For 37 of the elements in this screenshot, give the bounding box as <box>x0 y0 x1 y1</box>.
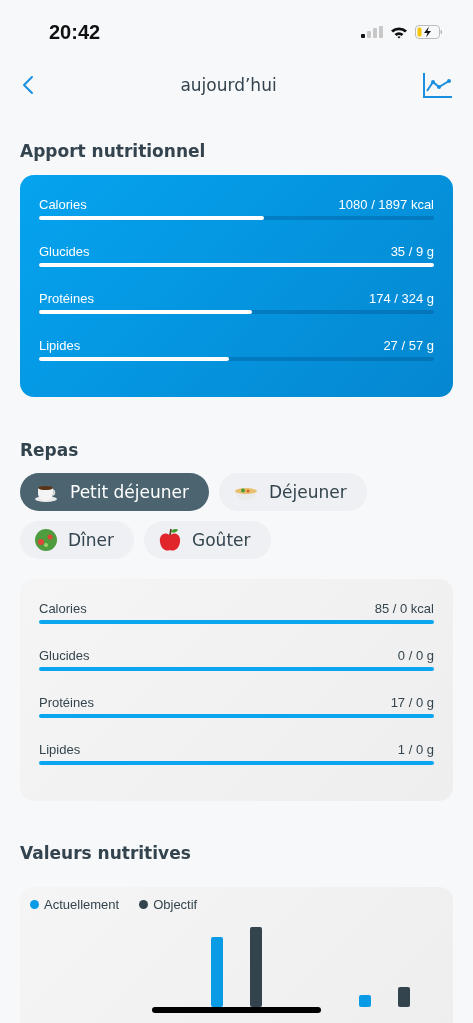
nutrient-label: Lipides <box>39 742 81 757</box>
nutrient-reading: 174 / 324 g <box>368 291 434 306</box>
legend-label: Actuellement <box>44 897 120 912</box>
nutrient-label: Protéines <box>39 291 94 306</box>
nutrient-reading: 17 / 0 g <box>390 695 434 710</box>
nutrient-reading: 35 / 9 g <box>390 244 434 259</box>
meal-tab[interactable]: Petit déjeuner <box>20 473 209 511</box>
legend-label: Objectif <box>153 897 198 912</box>
nutrient-reading: 0 / 0 g <box>397 648 434 663</box>
signal-icon <box>361 26 383 38</box>
section-title: Apport nutritionnel <box>20 141 207 163</box>
nutrient-reading: 27 / 57 g <box>383 338 434 353</box>
status-time: 20:42 <box>49 20 101 44</box>
nutrient-reading: 1080 / 1897 kcal <box>338 197 434 212</box>
chart-bar <box>398 987 410 1007</box>
meal-tab[interactable]: Dîner <box>20 521 135 559</box>
meal-tab[interactable]: Goûter <box>144 521 271 559</box>
nutrient-reading: 1 / 0 g <box>397 742 434 757</box>
battery-icon <box>415 25 443 39</box>
nutrient-label: Glucides <box>39 244 90 259</box>
salad-icon <box>34 528 58 552</box>
chart-bar <box>211 937 223 1007</box>
section-title: Repas <box>20 440 80 462</box>
nutrient-label: Glucides <box>39 648 90 663</box>
meal-tab[interactable]: Déjeuner <box>219 473 367 511</box>
nutrient-label: Protéines <box>39 695 94 710</box>
back-icon[interactable] <box>22 75 34 95</box>
nutrient-label: Lipides <box>39 338 81 353</box>
nutrient-label: Calories <box>39 197 87 212</box>
chart-bar <box>359 995 371 1007</box>
line-chart-icon[interactable] <box>423 72 453 98</box>
section-title: Valeurs nutritives <box>20 843 192 865</box>
nutrient-label: Calories <box>39 601 87 616</box>
wifi-icon <box>390 25 408 39</box>
nutrient-reading: 85 / 0 kcal <box>374 601 434 616</box>
page-title: aujourd’hui <box>180 75 277 95</box>
apple-icon <box>158 527 183 553</box>
